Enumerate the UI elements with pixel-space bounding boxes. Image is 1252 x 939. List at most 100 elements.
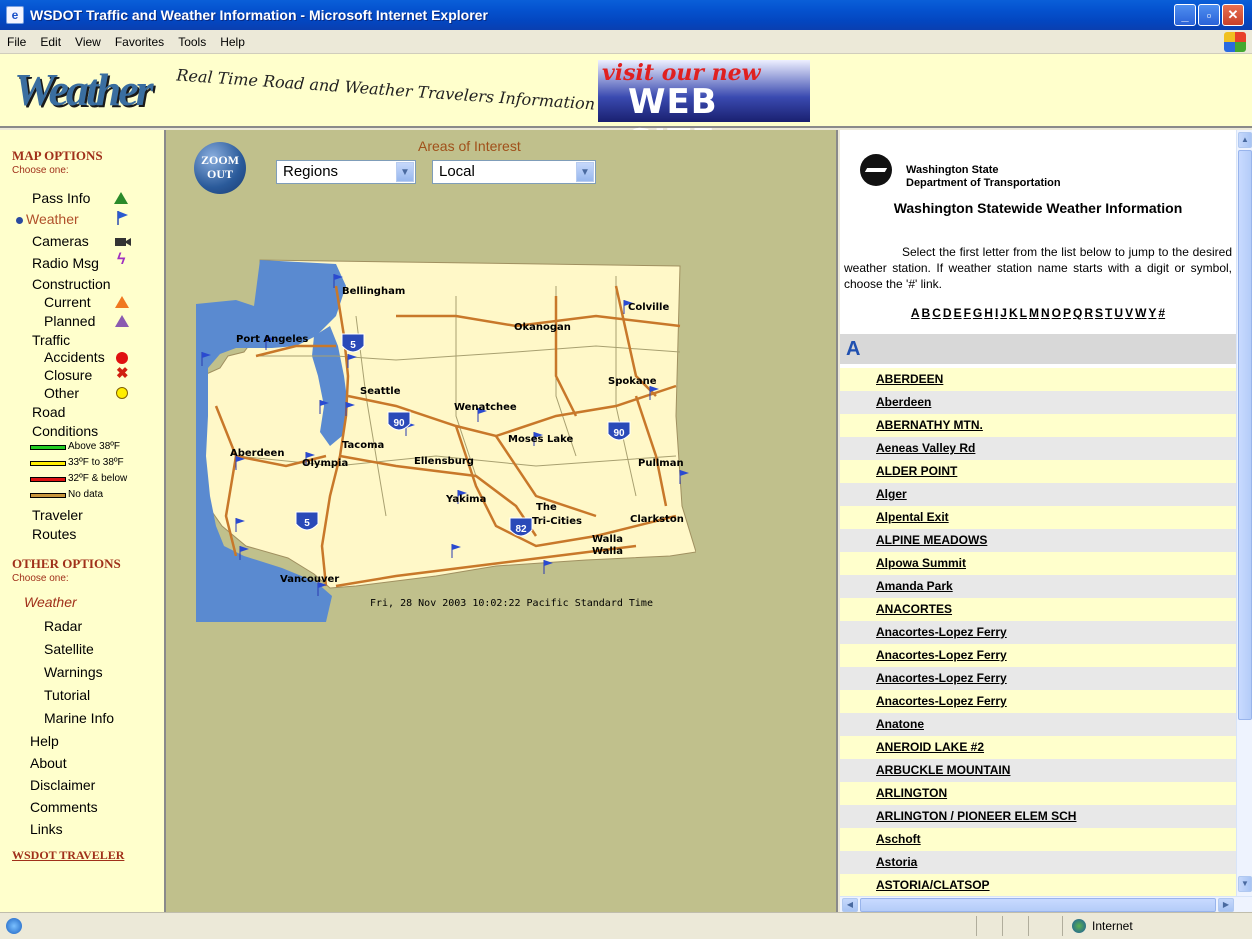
letter-link[interactable]: K xyxy=(1009,306,1018,320)
local-select[interactable]: Local ▼ xyxy=(432,160,596,184)
nav-traveler[interactable]: Traveler xyxy=(32,507,83,523)
vertical-scrollbar[interactable]: ▲ ▼ xyxy=(1236,130,1252,896)
letter-link[interactable]: Q xyxy=(1073,306,1082,320)
nav-marine-info[interactable]: Marine Info xyxy=(44,710,114,726)
nav-radar[interactable]: Radar xyxy=(44,618,82,634)
station-link[interactable]: Anacortes-Lopez Ferry xyxy=(840,621,1236,644)
washington-map[interactable]: 5 5 90 90 82 Bellingham Okanogan Colvill… xyxy=(196,256,696,622)
station-link[interactable]: ARBUCKLE MOUNTAIN xyxy=(840,759,1236,782)
new-website-promo[interactable]: visit our new WEB SITE xyxy=(598,60,810,162)
station-link[interactable]: ABERDEEN xyxy=(840,368,1236,391)
scroll-up-icon[interactable]: ▲ xyxy=(1238,132,1252,148)
letter-link[interactable]: R xyxy=(1084,306,1093,320)
letter-link[interactable]: S xyxy=(1095,306,1103,320)
letter-link[interactable]: L xyxy=(1020,306,1027,320)
letter-link[interactable]: A xyxy=(911,306,920,320)
nav-traffic-accidents[interactable]: Accidents xyxy=(44,349,105,365)
letter-link[interactable]: C xyxy=(932,306,941,320)
scroll-down-icon[interactable]: ▼ xyxy=(1238,876,1252,892)
menu-file[interactable]: File xyxy=(0,35,33,49)
minimize-button[interactable]: _ xyxy=(1174,4,1196,26)
scroll-left-icon[interactable]: ◀ xyxy=(842,898,858,912)
station-link[interactable]: Alger xyxy=(840,483,1236,506)
station-link[interactable]: Anacortes-Lopez Ferry xyxy=(840,690,1236,713)
nav-traffic-other[interactable]: Other xyxy=(44,385,79,401)
letter-link[interactable]: Y xyxy=(1148,306,1156,320)
nav-traffic-closure[interactable]: Closure xyxy=(44,367,92,383)
zoom-out-button[interactable]: ZOOM OUT xyxy=(194,142,246,194)
scroll-right-icon[interactable]: ▶ xyxy=(1218,898,1234,912)
letter-link[interactable]: E xyxy=(954,306,962,320)
station-link[interactable]: ANACORTES xyxy=(840,598,1236,621)
nav-routes[interactable]: Routes xyxy=(32,526,76,542)
nav-comments[interactable]: Comments xyxy=(30,799,98,815)
station-link[interactable]: Anacortes-Lopez Ferry xyxy=(840,644,1236,667)
station-link[interactable]: Aeneas Valley Rd xyxy=(840,437,1236,460)
legend-label-nodata: No data xyxy=(68,489,104,500)
station-link[interactable]: Astoria xyxy=(840,851,1236,874)
menu-tools[interactable]: Tools xyxy=(171,35,213,49)
nav-radio-msg[interactable]: Radio Msg xyxy=(32,255,99,271)
horizontal-scrollbar[interactable]: ◀ ▶ xyxy=(840,896,1252,912)
station-link[interactable]: Aberdeen xyxy=(840,391,1236,414)
nav-links[interactable]: Links xyxy=(30,821,63,837)
letter-link[interactable]: O xyxy=(1052,306,1061,320)
station-link[interactable]: ASTORIA/CLATSOP xyxy=(840,874,1236,896)
letter-link[interactable]: # xyxy=(1158,306,1165,320)
nav-conditions[interactable]: Conditions xyxy=(32,423,98,439)
station-link[interactable]: Alpental Exit xyxy=(840,506,1236,529)
letter-link[interactable]: T xyxy=(1105,306,1112,320)
station-link[interactable]: ALDER POINT xyxy=(840,460,1236,483)
wsdot-traveler-link[interactable]: WSDOT TRAVELER xyxy=(12,848,124,863)
hscroll-thumb[interactable] xyxy=(860,898,1216,912)
menu-help[interactable]: Help xyxy=(213,35,252,49)
station-link[interactable]: ARLINGTON / PIONEER ELEM SCH xyxy=(840,805,1236,828)
nav-construction-current[interactable]: Current xyxy=(44,294,91,310)
letter-link[interactable]: W xyxy=(1135,306,1146,320)
station-link[interactable]: ANEROID LAKE #2 xyxy=(840,736,1236,759)
letter-link[interactable]: N xyxy=(1041,306,1050,320)
nav-warnings[interactable]: Warnings xyxy=(44,664,103,680)
nav-weather[interactable]: Weather xyxy=(26,211,79,227)
letter-link[interactable]: H xyxy=(984,306,993,320)
nav-pass-info[interactable]: Pass Info xyxy=(32,190,90,206)
intro-text: Select the first letter from the list be… xyxy=(844,245,1232,291)
nav-cameras[interactable]: Cameras xyxy=(32,233,89,249)
station-link[interactable]: Anatone xyxy=(840,713,1236,736)
regions-select[interactable]: Regions ▼ xyxy=(276,160,416,184)
station-link[interactable]: Aschoft xyxy=(840,828,1236,851)
menu-favorites[interactable]: Favorites xyxy=(108,35,171,49)
letter-link[interactable]: D xyxy=(943,306,952,320)
station-link[interactable]: ALPINE MEADOWS xyxy=(840,529,1236,552)
station-link[interactable]: ABERNATHY MTN. xyxy=(840,414,1236,437)
letter-link[interactable]: V xyxy=(1125,306,1133,320)
letter-link[interactable]: P xyxy=(1063,306,1071,320)
station-link[interactable]: ARLINGTON xyxy=(840,782,1236,805)
station-link[interactable]: Anacortes-Lopez Ferry xyxy=(840,667,1236,690)
nav-construction-planned[interactable]: Planned xyxy=(44,313,95,329)
letter-link[interactable]: M xyxy=(1029,306,1039,320)
station-link[interactable]: Alpowa Summit xyxy=(840,552,1236,575)
menu-edit[interactable]: Edit xyxy=(33,35,68,49)
org-name-line1: Washington State xyxy=(906,164,999,176)
letter-link[interactable]: F xyxy=(964,306,971,320)
nav-satellite[interactable]: Satellite xyxy=(44,641,94,657)
letter-link[interactable]: G xyxy=(973,306,982,320)
nav-help[interactable]: Help xyxy=(30,733,59,749)
menu-view[interactable]: View xyxy=(68,35,108,49)
nav-about[interactable]: About xyxy=(30,755,67,771)
weather-logo[interactable]: Weather xyxy=(14,66,174,114)
map-options-heading: MAP OPTIONS xyxy=(12,148,103,163)
letter-link[interactable]: J xyxy=(1000,306,1007,320)
nav-tutorial[interactable]: Tutorial xyxy=(44,687,90,703)
nav-road[interactable]: Road xyxy=(32,404,65,420)
letter-link[interactable]: I xyxy=(995,306,998,320)
nav-weather-other[interactable]: Weather xyxy=(24,594,77,610)
letter-link[interactable]: B xyxy=(922,306,931,320)
close-button[interactable]: ✕ xyxy=(1222,4,1244,26)
letter-link[interactable]: U xyxy=(1114,306,1123,320)
maximize-button[interactable]: ▫ xyxy=(1198,4,1220,26)
station-link[interactable]: Amanda Park xyxy=(840,575,1236,598)
nav-disclaimer[interactable]: Disclaimer xyxy=(30,777,95,793)
scroll-thumb[interactable] xyxy=(1238,150,1252,720)
